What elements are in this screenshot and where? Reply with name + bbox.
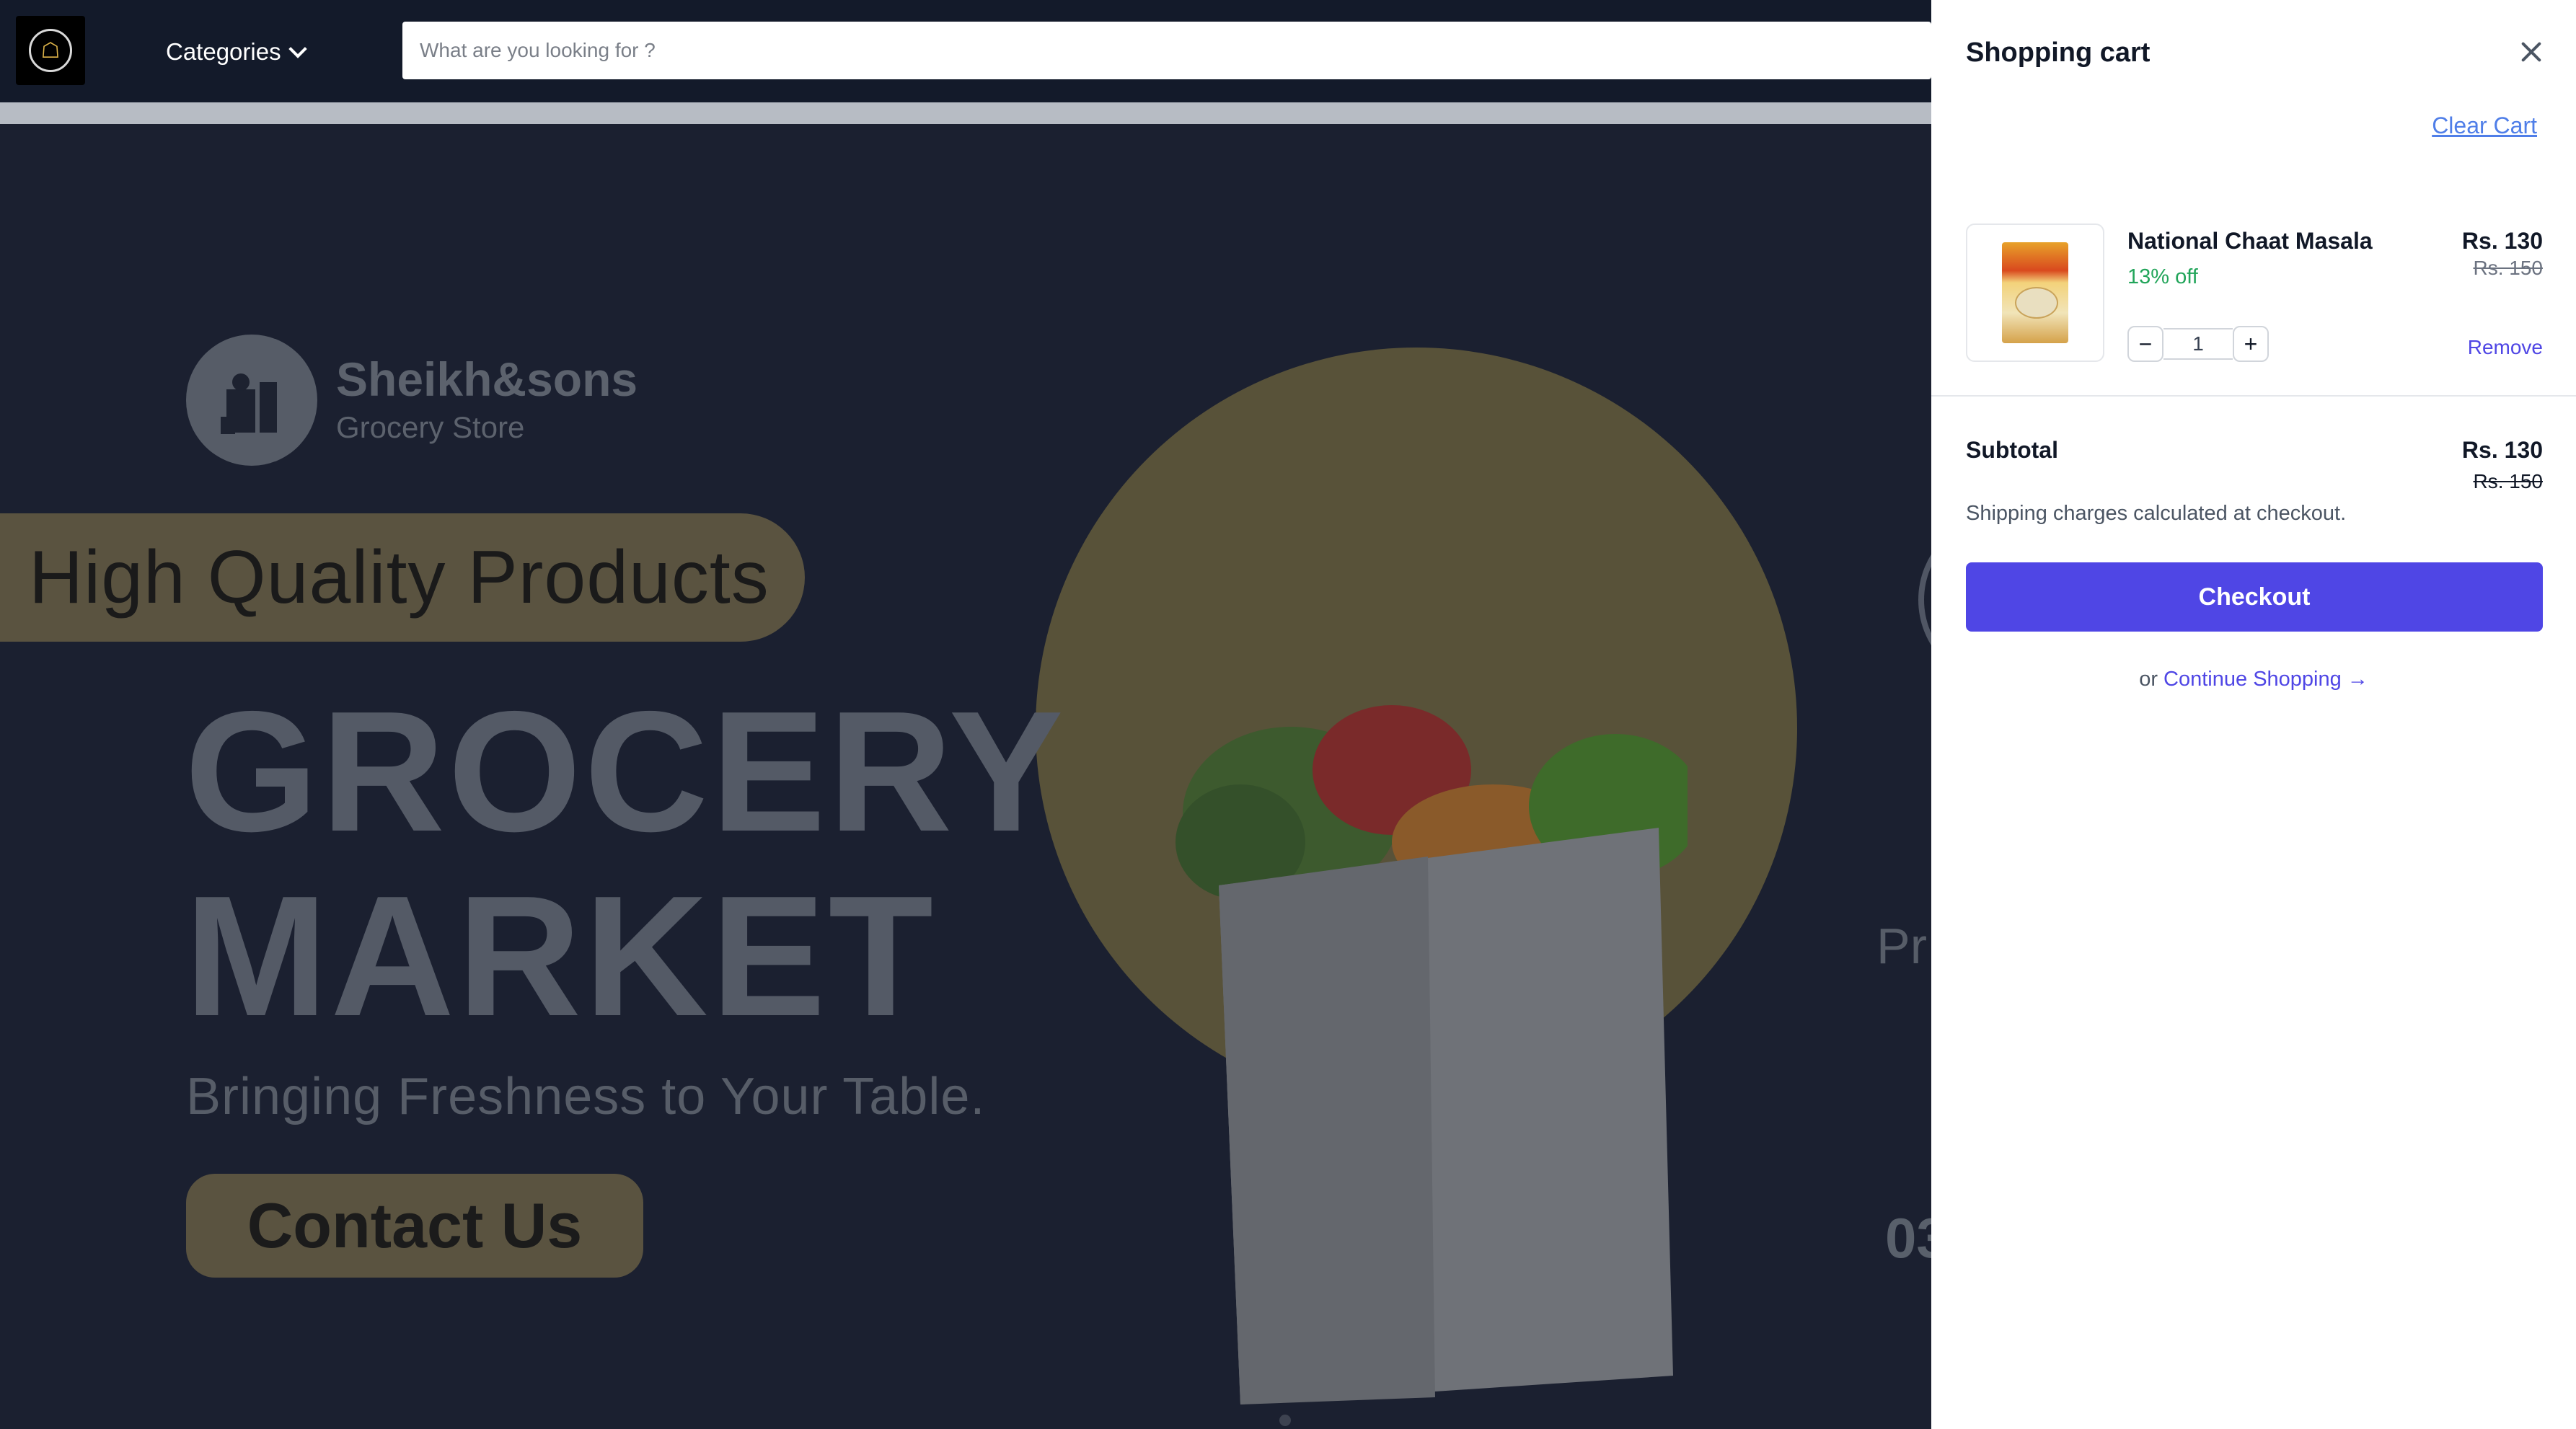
shipping-note: Shipping charges calculated at checkout. <box>1966 502 2347 525</box>
logo-emblem-icon: ☖ <box>29 29 72 72</box>
item-price: Rs. 130 <box>2461 228 2543 254</box>
quality-badge: High Quality Products <box>0 513 805 642</box>
categories-dropdown[interactable]: Categories <box>166 32 307 72</box>
checkout-button[interactable]: Checkout <box>1966 562 2543 632</box>
contact-us-label: Contact Us <box>247 1190 583 1261</box>
increase-quantity-button[interactable]: + <box>2233 326 2269 362</box>
continue-shopping-row: or Continue Shopping → <box>1931 668 2576 691</box>
hero-title-line1: GROCERY <box>185 676 1067 867</box>
continue-prefix: or <box>2139 668 2158 691</box>
cart-title: Shopping cart <box>1966 37 2151 68</box>
subtotal-label: Subtotal <box>1966 437 2058 463</box>
partial-text-2: 03 <box>1885 1206 1931 1270</box>
hero-tagline: Bringing Freshness to Your Table. <box>186 1068 986 1125</box>
brand-circle <box>186 335 317 466</box>
partial-text-1: Pr <box>1876 918 1927 974</box>
quantity-input[interactable] <box>2163 328 2233 360</box>
close-icon[interactable] <box>2517 37 2546 66</box>
continue-shopping-link[interactable]: Continue Shopping → <box>2163 668 2368 691</box>
store-logo[interactable]: ☖ <box>16 16 85 85</box>
discount-label: 13% off <box>2127 265 2198 288</box>
header-divider-strip <box>0 102 1931 124</box>
brand-name: Sheikh&sons <box>336 353 638 406</box>
grocery-bag-image <box>1175 705 1688 1404</box>
shopping-cart-panel: Shopping cart Clear Cart National Chaat … <box>1931 0 2576 1429</box>
chevron-down-icon <box>288 40 307 58</box>
product-thumbnail[interactable] <box>1966 224 2104 362</box>
search-input[interactable] <box>402 22 1931 79</box>
hero-banner: Sheikh&sons Grocery Store High Quality P… <box>0 124 1931 1429</box>
brand-block: Sheikh&sons Grocery Store <box>186 335 638 466</box>
subtotal-value: Rs. 130 <box>2461 437 2543 463</box>
product-name[interactable]: National Chaat Masala <box>2127 228 2373 255</box>
contact-us-button[interactable]: Contact Us <box>186 1174 643 1278</box>
hero-title-line2: MARKET <box>185 861 937 1052</box>
remove-item-button[interactable]: Remove <box>2468 336 2543 359</box>
grocery-bag-icon <box>221 373 277 434</box>
item-old-price: Rs. 150 <box>2473 257 2544 279</box>
cart-divider <box>1931 395 2576 397</box>
categories-label: Categories <box>166 38 281 65</box>
subtotal-old-value: Rs. 150 <box>2473 470 2544 492</box>
quality-badge-text: High Quality Products <box>29 535 769 619</box>
quantity-stepper: − + <box>2127 326 2269 362</box>
partial-circle-shape <box>1918 513 1931 686</box>
decrease-quantity-button[interactable]: − <box>2127 326 2163 362</box>
carousel-dot[interactable] <box>1279 1415 1291 1426</box>
brand-subtitle: Grocery Store <box>336 410 525 444</box>
masala-box-image <box>2002 242 2068 343</box>
clear-cart-link[interactable]: Clear Cart <box>2432 112 2537 139</box>
